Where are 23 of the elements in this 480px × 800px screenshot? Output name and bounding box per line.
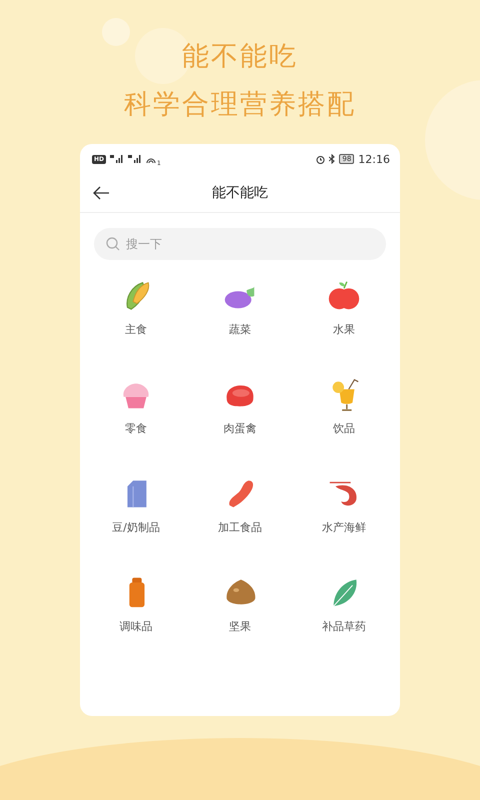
page-title: 能不能吃: [212, 185, 268, 201]
category-item[interactable]: 零食: [84, 375, 188, 436]
signal-icon: [110, 155, 124, 163]
category-item[interactable]: 补品草药: [292, 573, 396, 634]
bluetooth-icon: [329, 154, 336, 164]
status-time: 12:16: [358, 152, 390, 166]
category-item[interactable]: 调味品: [84, 573, 188, 634]
category-item[interactable]: 水果: [292, 276, 396, 337]
search-icon: [106, 237, 120, 251]
category-item[interactable]: 蔬菜: [188, 276, 292, 337]
headline-subtitle: 科学合理营养搭配: [124, 88, 356, 122]
search-field[interactable]: 搜一下: [94, 228, 386, 260]
category-item[interactable]: 坚果: [188, 573, 292, 634]
category-item[interactable]: 豆/奶制品: [84, 474, 188, 535]
category-item[interactable]: 主食: [84, 276, 188, 337]
category-item[interactable]: 饮品: [292, 375, 396, 436]
back-arrow-icon[interactable]: [92, 186, 110, 200]
category-item[interactable]: 肉蛋禽: [188, 375, 292, 436]
category-item[interactable]: 水产海鲜: [292, 474, 396, 535]
alarm-icon: [316, 154, 326, 164]
headline-title: 能不能吃: [182, 40, 298, 74]
category-item[interactable]: 加工食品: [188, 474, 292, 535]
signal-icon: [128, 155, 142, 163]
